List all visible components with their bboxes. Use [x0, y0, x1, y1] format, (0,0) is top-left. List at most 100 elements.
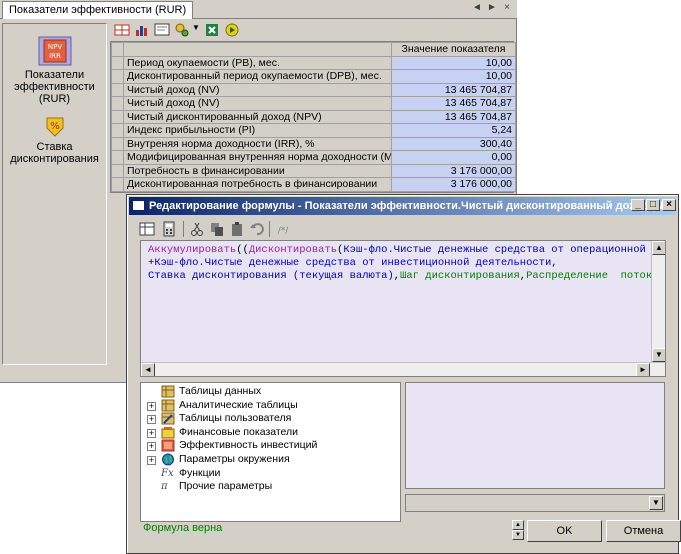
- cut-icon[interactable]: [189, 221, 205, 237]
- status-text: Формула верна: [143, 522, 223, 534]
- row-header[interactable]: [111, 96, 124, 111]
- sidebar-item-efficiency[interactable]: NPV IRR Показатели эффективности (RUR): [3, 36, 106, 105]
- scroll-right-icon[interactable]: ►: [636, 363, 650, 376]
- expand-icon[interactable]: +: [147, 456, 156, 465]
- status-spinner[interactable]: ▲ ▼: [512, 520, 524, 540]
- finance-icon: [161, 426, 175, 439]
- expand-icon[interactable]: +: [147, 401, 156, 411]
- formula-function: Аккумулировать: [148, 244, 237, 256]
- tab-next-icon[interactable]: ►: [486, 2, 498, 13]
- dropdown-icon[interactable]: ▼: [192, 23, 200, 32]
- formula-text[interactable]: Аккумулировать((Дисконтировать(Кэш-фло.Ч…: [148, 244, 653, 362]
- sidebar-item-label: Показатели эффективности (RUR): [14, 69, 95, 105]
- tree-item[interactable]: + Параметры окружения: [141, 453, 399, 466]
- indicator-value[interactable]: 3 176 000,00: [391, 163, 516, 178]
- settings-icon[interactable]: [174, 22, 190, 38]
- calculator-icon[interactable]: [161, 221, 177, 237]
- dialog-title-bar[interactable]: Редактирование формулы - Показатели эффе…: [129, 197, 676, 215]
- grid-header-value[interactable]: Значение показателя: [391, 42, 516, 57]
- tree-item[interactable]: + Аналитические таблицы: [141, 399, 399, 412]
- undo-icon[interactable]: [249, 221, 265, 237]
- window-icon: [132, 200, 145, 211]
- indicator-name: Потребность в финансировании: [123, 163, 392, 178]
- tree-item[interactable]: Fx Функции: [141, 467, 399, 480]
- ok-button[interactable]: OK: [527, 520, 602, 542]
- grid-header-name: [123, 42, 392, 57]
- tree-item[interactable]: Таблицы данных: [141, 385, 399, 398]
- row-header[interactable]: [111, 177, 124, 192]
- indicator-value[interactable]: 13 465 704,87: [391, 82, 516, 97]
- tree-item[interactable]: + Финансовые показатели: [141, 426, 399, 439]
- run-icon[interactable]: [224, 22, 240, 38]
- row-header[interactable]: [111, 150, 124, 165]
- indicator-name: Модифицированная внутренняя норма доходн…: [123, 150, 392, 165]
- cancel-button[interactable]: Отмена: [606, 520, 681, 542]
- table-row[interactable]: Потребность в финансировании 3 176 000,00: [111, 163, 516, 178]
- tab-prev-icon[interactable]: ◄: [471, 2, 483, 13]
- chart-icon[interactable]: [134, 22, 150, 38]
- tree-item[interactable]: + Эффективность инвестиций: [141, 439, 399, 452]
- tree-item-label: Таблицы пользователя: [179, 412, 292, 425]
- indicator-value[interactable]: 0,00: [391, 150, 516, 165]
- spin-down-icon[interactable]: ▼: [512, 530, 524, 540]
- tree-item[interactable]: + Таблицы пользователя: [141, 412, 399, 425]
- table-row[interactable]: Чистый доход (NV) 13 465 704,87: [111, 96, 516, 111]
- formula-editor[interactable]: Аккумулировать((Дисконтировать(Кэш-фло.Ч…: [140, 240, 666, 377]
- dialog-title: Редактирование формулы - Показатели эффе…: [149, 200, 676, 212]
- formula-argument: Распределение потока: [526, 270, 653, 282]
- copy-icon[interactable]: [209, 221, 225, 237]
- tree-item[interactable]: π Прочие параметры: [141, 480, 399, 493]
- details-combo[interactable]: ▼: [405, 494, 665, 512]
- table-row[interactable]: Индекс прибыльности (PI) 5,24: [111, 123, 516, 138]
- grid-icon[interactable]: [114, 22, 130, 38]
- indicator-value[interactable]: 10,00: [391, 55, 516, 70]
- table-row[interactable]: Чистый доход (NV) 13 465 704,87: [111, 82, 516, 97]
- indicator-value[interactable]: 300,40: [391, 136, 516, 151]
- maximize-button[interactable]: □: [646, 199, 660, 211]
- indicator-value[interactable]: 13 465 704,87: [391, 109, 516, 124]
- tab-close-icon[interactable]: ×: [501, 2, 513, 13]
- table-row[interactable]: Внутреняя норма доходности (IRR), % 300,4…: [111, 136, 516, 151]
- table-row[interactable]: Дисконтированный период окупаемости (DPB…: [111, 69, 516, 84]
- row-header[interactable]: [111, 136, 124, 151]
- spin-up-icon[interactable]: ▲: [512, 520, 524, 530]
- close-button[interactable]: ×: [662, 199, 676, 211]
- comment-icon[interactable]: /*/: [275, 221, 291, 237]
- note-icon[interactable]: [154, 22, 170, 38]
- paste-icon[interactable]: [229, 221, 245, 237]
- editor-vertical-scrollbar[interactable]: ▲ ▼: [651, 241, 665, 362]
- row-header[interactable]: [111, 123, 124, 138]
- chevron-down-icon[interactable]: ▼: [649, 496, 663, 510]
- editor-horizontal-scrollbar[interactable]: ◄ ►: [141, 362, 665, 376]
- indicator-value[interactable]: 3 176 000,00: [391, 177, 516, 192]
- tree-item-label: Функции: [179, 466, 221, 479]
- tab-strip: Показатели эффективности (RUR) ◄ ► ×: [0, 0, 517, 19]
- formula-reference: Кэш-фло.Чистые денежные средства от инве…: [154, 257, 558, 269]
- indicator-name: Дисконтированная потребность в финансиро…: [123, 177, 392, 192]
- table-icon[interactable]: [139, 221, 155, 237]
- sidebar-item-discount-rate[interactable]: % Ставка дисконтирования: [3, 114, 106, 165]
- tab-efficiency-indicators[interactable]: Показатели эффективности (RUR): [2, 1, 194, 19]
- indicator-value[interactable]: 10,00: [391, 69, 516, 84]
- svg-text:/*/: /*/: [278, 226, 290, 236]
- row-header[interactable]: [111, 163, 124, 178]
- row-header[interactable]: [111, 55, 124, 70]
- expand-icon[interactable]: +: [147, 442, 156, 452]
- indicator-value[interactable]: 13 465 704,87: [391, 96, 516, 111]
- row-header[interactable]: [111, 109, 124, 124]
- status-bar: Формула верна: [138, 520, 512, 538]
- minimize-button[interactable]: _: [631, 199, 645, 211]
- scroll-up-icon[interactable]: ▲: [652, 241, 665, 255]
- table-row[interactable]: Модифицированная внутренняя норма доходн…: [111, 150, 516, 165]
- scroll-left-icon[interactable]: ◄: [141, 363, 155, 376]
- expand-icon[interactable]: +: [147, 415, 156, 425]
- excel-export-icon[interactable]: [204, 22, 220, 38]
- table-row[interactable]: Дисконтированная потребность в финансиро…: [111, 177, 516, 192]
- scroll-down-icon[interactable]: ▼: [652, 348, 665, 362]
- table-row[interactable]: Чистый дисконтированный доход (NPV) 13 46…: [111, 109, 516, 124]
- expand-icon[interactable]: +: [147, 428, 156, 438]
- table-row[interactable]: Период окупаемости (PB), мес. 10,00: [111, 55, 516, 70]
- row-header[interactable]: [111, 69, 124, 84]
- indicator-value[interactable]: 5,24: [391, 123, 516, 138]
- row-header[interactable]: [111, 82, 124, 97]
